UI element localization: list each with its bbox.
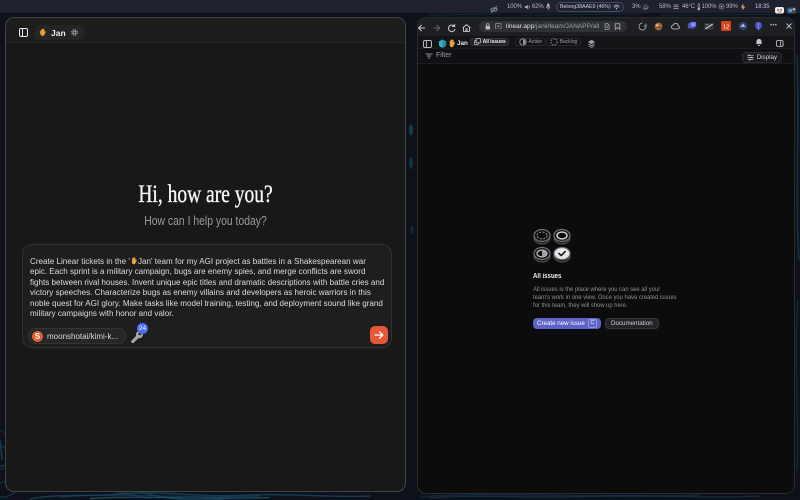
svg-text:12: 12 bbox=[723, 24, 730, 30]
